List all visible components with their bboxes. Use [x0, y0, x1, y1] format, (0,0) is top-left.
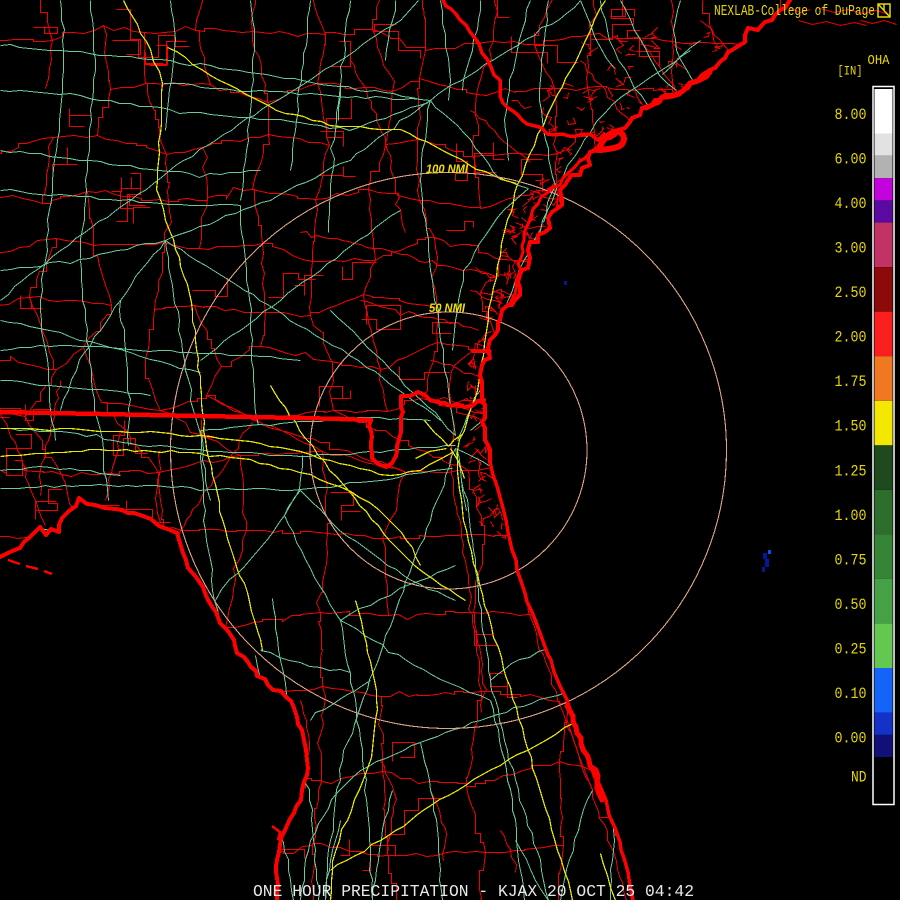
svg-text:OHA: OHA: [868, 53, 891, 69]
svg-text:1.50: 1.50: [835, 418, 867, 436]
svg-text:ONE HOUR PRECIPITATION - KJAX: ONE HOUR PRECIPITATION - KJAX 20 OCT 25 …: [253, 883, 694, 900]
svg-text:0.75: 0.75: [835, 551, 867, 569]
svg-text:50 NMI: 50 NMI: [429, 303, 466, 315]
svg-text:4.00: 4.00: [835, 195, 867, 213]
svg-text:8.00: 8.00: [835, 106, 867, 124]
svg-text:NEXLAB-College of DuPage: NEXLAB-College of DuPage: [714, 4, 875, 20]
svg-text:1.75: 1.75: [835, 373, 867, 391]
svg-text:0.00: 0.00: [835, 730, 867, 748]
svg-text:[IN]: [IN]: [838, 63, 863, 78]
svg-text:ND: ND: [851, 769, 867, 787]
svg-text:2.00: 2.00: [835, 329, 867, 347]
svg-text:3.00: 3.00: [835, 240, 867, 258]
svg-text:2.50: 2.50: [835, 284, 867, 302]
svg-text:0.50: 0.50: [835, 596, 867, 614]
svg-text:1.25: 1.25: [835, 462, 867, 480]
svg-text:0.25: 0.25: [835, 641, 867, 659]
svg-text:100 NMI: 100 NMI: [426, 164, 469, 176]
svg-text:0.10: 0.10: [835, 685, 867, 703]
svg-text:6.00: 6.00: [835, 150, 867, 168]
svg-text:1.00: 1.00: [835, 507, 867, 525]
